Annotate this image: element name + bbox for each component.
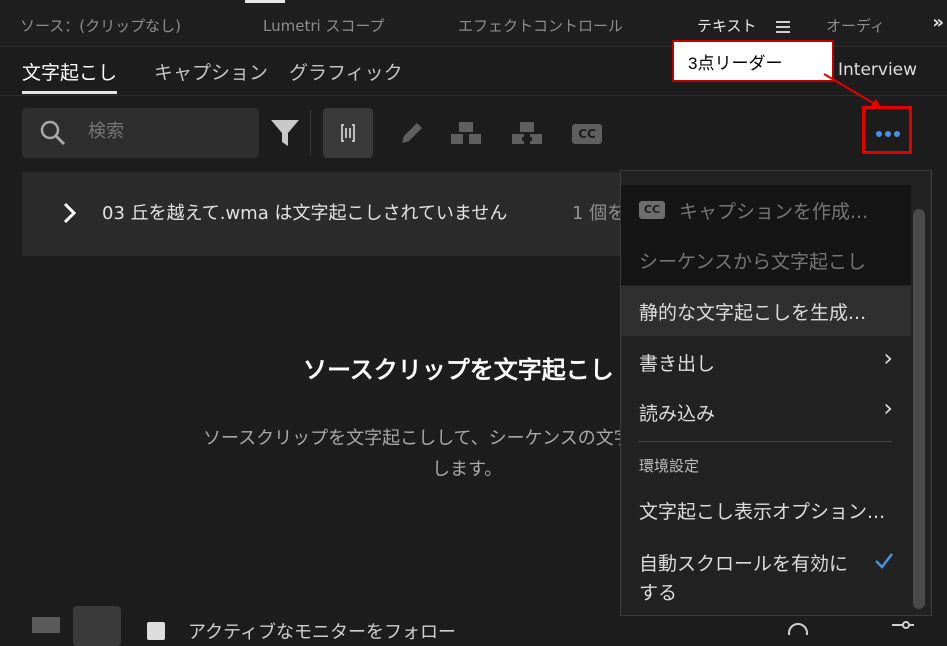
submenu-chevron-icon: ›	[883, 344, 893, 372]
menu-item-generate-static-transcript[interactable]: 静的な文字起こしを生成...	[621, 286, 911, 336]
menu-item-label: 読み込み	[639, 403, 716, 425]
menu-scrollbar[interactable]	[913, 209, 925, 609]
sync-button[interactable]	[73, 606, 121, 646]
checkmark-icon	[874, 552, 894, 574]
subtab-captions[interactable]: キャプション	[154, 58, 268, 85]
merge-segments-button[interactable]	[323, 108, 373, 158]
zoom-icon[interactable]	[786, 620, 810, 643]
toolbar-divider	[310, 110, 311, 156]
empty-state-heading: ソースクリップを文字起こし	[303, 356, 614, 384]
empty-state-body-line2: します。	[432, 459, 503, 480]
menu-item-import[interactable]: 読み込み ›	[621, 394, 911, 430]
panel-focus-indicator	[245, 0, 285, 3]
tab-source[interactable]: ソース：(クリップなし)	[20, 15, 181, 36]
menu-item-preferences[interactable]: 環境設定	[621, 452, 911, 480]
subtab-graphics[interactable]: グラフィック	[289, 58, 403, 85]
chevron-right-icon[interactable]	[62, 202, 78, 228]
menu-separator	[638, 441, 892, 442]
annotation-callout: 3点リーダー	[672, 40, 834, 82]
active-subtab-underline	[22, 91, 117, 94]
settings-sliders-icon[interactable]	[890, 618, 916, 637]
clip-status-message: 03 丘を越えて.wma は文字起こしされていません	[102, 203, 508, 224]
menu-item-export[interactable]: 書き出し ›	[621, 344, 911, 380]
annotation-arrow	[823, 73, 882, 109]
submenu-chevron-icon: ›	[883, 394, 893, 422]
tab-effect-controls[interactable]: エフェクトコントロール	[458, 15, 623, 36]
panel-overflow-icon[interactable]: »	[932, 12, 944, 33]
tab-audio[interactable]: オーディ	[826, 15, 885, 36]
menu-item-create-captions[interactable]: CC キャプションを作成...	[621, 192, 911, 228]
cc-icon[interactable]: CC	[572, 124, 602, 144]
menu-item-label: 書き出し	[639, 353, 716, 375]
hamburger-icon[interactable]	[776, 18, 790, 37]
cc-icon: CC	[639, 201, 665, 219]
menu-item-label: 環境設定	[639, 457, 700, 475]
tab-text[interactable]: テキスト	[697, 15, 757, 36]
merge-icon	[341, 124, 355, 142]
menu-item-transcribe-sequence[interactable]: シーケンスから文字起こし	[621, 242, 911, 278]
search-input[interactable]	[88, 121, 238, 142]
merge-speaker-icon[interactable]	[510, 120, 546, 150]
menu-item-label: 静的な文字起こしを生成...	[639, 302, 867, 324]
menu-item-label: シーケンスから文字起こし	[639, 251, 867, 273]
pencil-icon[interactable]	[399, 120, 425, 150]
menu-item-label: 文字起こし表示オプション...	[639, 501, 886, 523]
menu-item-display-options[interactable]: 文字起こし表示オプション...	[621, 492, 911, 528]
menu-item-label-line2: する	[639, 582, 678, 604]
follow-monitor-checkbox[interactable]	[147, 622, 165, 640]
filter-icon[interactable]	[270, 118, 300, 152]
follow-monitor-label: アクティブなモニターをフォロー	[188, 622, 457, 643]
split-speaker-icon[interactable]	[449, 120, 485, 150]
menu-item-auto-scroll[interactable]: 自動スクロールを有効に する	[621, 544, 911, 606]
subtab-transcript[interactable]: 文字起こし	[22, 58, 117, 85]
search-icon	[40, 120, 66, 150]
clip-count: 1 個を	[572, 203, 626, 224]
subtab-divider	[0, 95, 947, 96]
menu-item-label: 自動スクロールを有効に	[639, 553, 849, 575]
empty-state-body: ソースクリップを文字起こしして、シーケンスの文字	[203, 428, 632, 449]
tab-lumetri-scopes[interactable]: Lumetri スコープ	[263, 15, 385, 36]
menu-item-label: キャプションを作成...	[679, 201, 869, 223]
sequence-icon[interactable]	[30, 615, 62, 635]
